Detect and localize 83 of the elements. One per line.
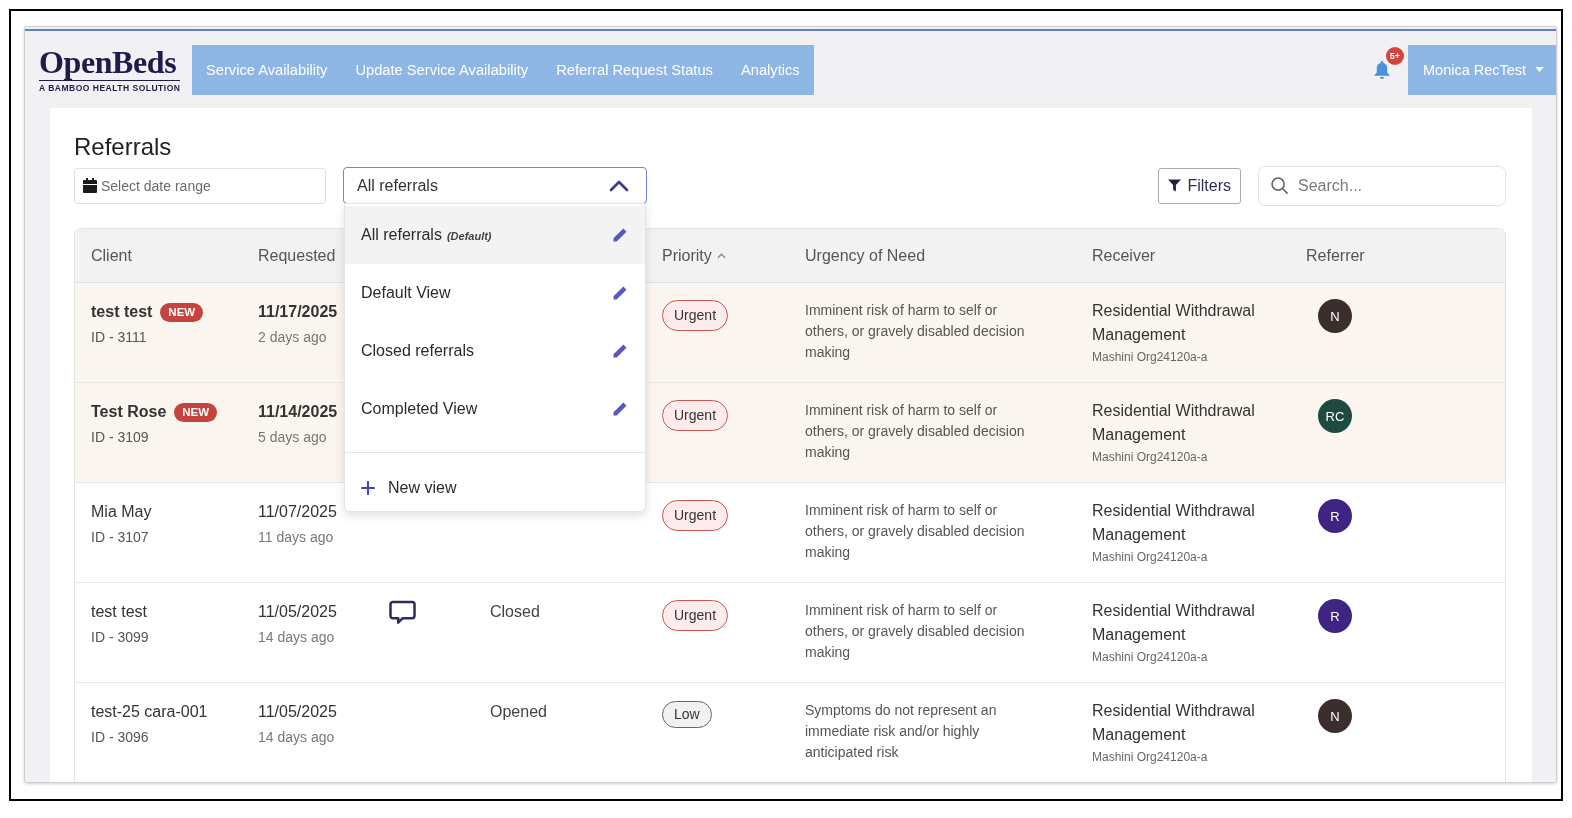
request-date: 11/05/2025 — [258, 602, 337, 622]
referrer-avatar: N — [1318, 299, 1352, 333]
receiver-org: Mashini Org24120a-a — [1092, 649, 1208, 665]
request-age: 2 days ago — [258, 328, 327, 347]
receiver-name: Residential Withdrawal Management — [1092, 501, 1256, 545]
new-badge: NEW — [174, 402, 218, 422]
client-name: test test — [91, 603, 148, 621]
column-header[interactable]: Priority — [662, 246, 726, 265]
new-badge: NEW — [160, 302, 204, 322]
status-text: Opened — [490, 702, 547, 722]
client-id: ID - 3099 — [91, 628, 149, 647]
urgency-text: Imminent risk of harm to self or others, or gravely disabled decision making — [805, 301, 1026, 362]
pencil-icon[interactable] — [613, 344, 627, 358]
caret-icon — [1535, 67, 1545, 72]
request-age: 5 days ago — [258, 428, 327, 447]
priority-badge: Urgent — [662, 600, 729, 631]
priority-badge: Urgent — [662, 300, 729, 331]
column-header[interactable]: Referrer — [1306, 246, 1365, 265]
request-date: 11/17/2025 — [258, 302, 338, 322]
client-id: ID - 3107 — [91, 528, 149, 547]
view-select[interactable]: All referrals — [343, 167, 647, 204]
filters-button[interactable]: Filters — [1158, 167, 1241, 204]
referrer-avatar: R — [1318, 499, 1352, 533]
request-date: 11/07/2025 — [258, 502, 337, 522]
plus-icon — [361, 481, 375, 495]
view-menu-item[interactable]: All referrals (Default) — [345, 206, 645, 264]
receiver-org: Mashini Org24120a-a — [1092, 449, 1208, 465]
referrer-avatar: RC — [1318, 399, 1352, 433]
view-menu-item[interactable]: Default View — [345, 264, 645, 322]
urgency-text: Symptoms do not represent an immediate risk and/or highly anticipated risk — [805, 701, 998, 762]
priority-badge: Urgent — [662, 400, 729, 431]
search-field[interactable]: Search... — [1258, 165, 1506, 206]
urgency-text: Imminent risk of harm to self or others, or gravely disabled decision making — [805, 401, 1026, 462]
client-id: ID - 3096 — [91, 728, 149, 747]
receiver-name: Residential Withdrawal Management — [1092, 601, 1256, 645]
client-name: test-25 cara-001 — [91, 703, 208, 721]
funnel-icon — [1168, 179, 1182, 192]
referrer-avatar: R — [1318, 599, 1352, 633]
receiver-org: Mashini Org24120a-a — [1092, 749, 1208, 765]
client-id: ID - 3109 — [91, 428, 149, 447]
urgency-text: Imminent risk of harm to self or others, or gravely disabled decision making — [805, 601, 1026, 662]
request-age: 14 days ago — [258, 628, 335, 647]
column-header[interactable]: Urgency of Need — [805, 246, 926, 265]
client-id: ID - 3111 — [91, 328, 147, 347]
page-title: Referrals — [74, 132, 172, 162]
receiver-org: Mashini Org24120a-a — [1092, 349, 1208, 365]
column-header[interactable]: Receiver — [1092, 246, 1156, 265]
sort-caret-icon — [716, 252, 726, 259]
chevron-up-icon — [609, 179, 629, 192]
receiver-name: Residential Withdrawal Management — [1092, 701, 1256, 745]
logo-tagline: A BAMBOO HEALTH SOLUTION — [39, 80, 181, 93]
search-icon — [1271, 177, 1288, 194]
calendar-icon — [83, 178, 97, 193]
client-name: test test — [91, 303, 153, 321]
logo-wordmark: OpenBeds — [39, 46, 177, 78]
chat-bubble-icon[interactable] — [389, 600, 416, 625]
pencil-icon[interactable] — [613, 228, 627, 242]
column-header[interactable]: Client — [91, 246, 132, 265]
search-input[interactable]: Search... — [1298, 166, 1493, 205]
priority-badge: Urgent — [662, 500, 729, 531]
urgency-text: Imminent risk of harm to self or others, or gravely disabled decision making — [805, 501, 1026, 562]
date-range-field[interactable]: Select date range — [74, 167, 326, 204]
pencil-icon[interactable] — [613, 286, 627, 300]
date-range-input[interactable]: Select date range — [101, 168, 317, 203]
receiver-org: Mashini Org24120a-a — [1092, 549, 1208, 565]
request-age: 14 days ago — [258, 728, 335, 747]
request-age: 11 days ago — [258, 528, 334, 547]
status-text: Closed — [490, 602, 540, 622]
new-view-button[interactable]: New view — [345, 453, 645, 507]
bell-icon[interactable] — [1374, 60, 1390, 79]
view-menu-item[interactable]: Closed referrals — [345, 322, 645, 380]
view-menu-item[interactable]: Completed View — [345, 380, 645, 438]
notification-badge: 5+ — [1386, 46, 1404, 65]
request-date: 11/14/2025 — [258, 402, 338, 422]
receiver-name: Residential Withdrawal Management — [1092, 301, 1256, 345]
pencil-icon[interactable] — [613, 402, 627, 416]
receiver-name: Residential Withdrawal Management — [1092, 401, 1256, 445]
client-name: Test Rose — [91, 403, 167, 421]
client-name: Mia May — [91, 503, 152, 521]
column-header[interactable]: Requested — [258, 246, 336, 265]
referrer-avatar: N — [1318, 699, 1352, 733]
request-date: 11/05/2025 — [258, 702, 337, 722]
priority-badge: Low — [662, 701, 712, 728]
